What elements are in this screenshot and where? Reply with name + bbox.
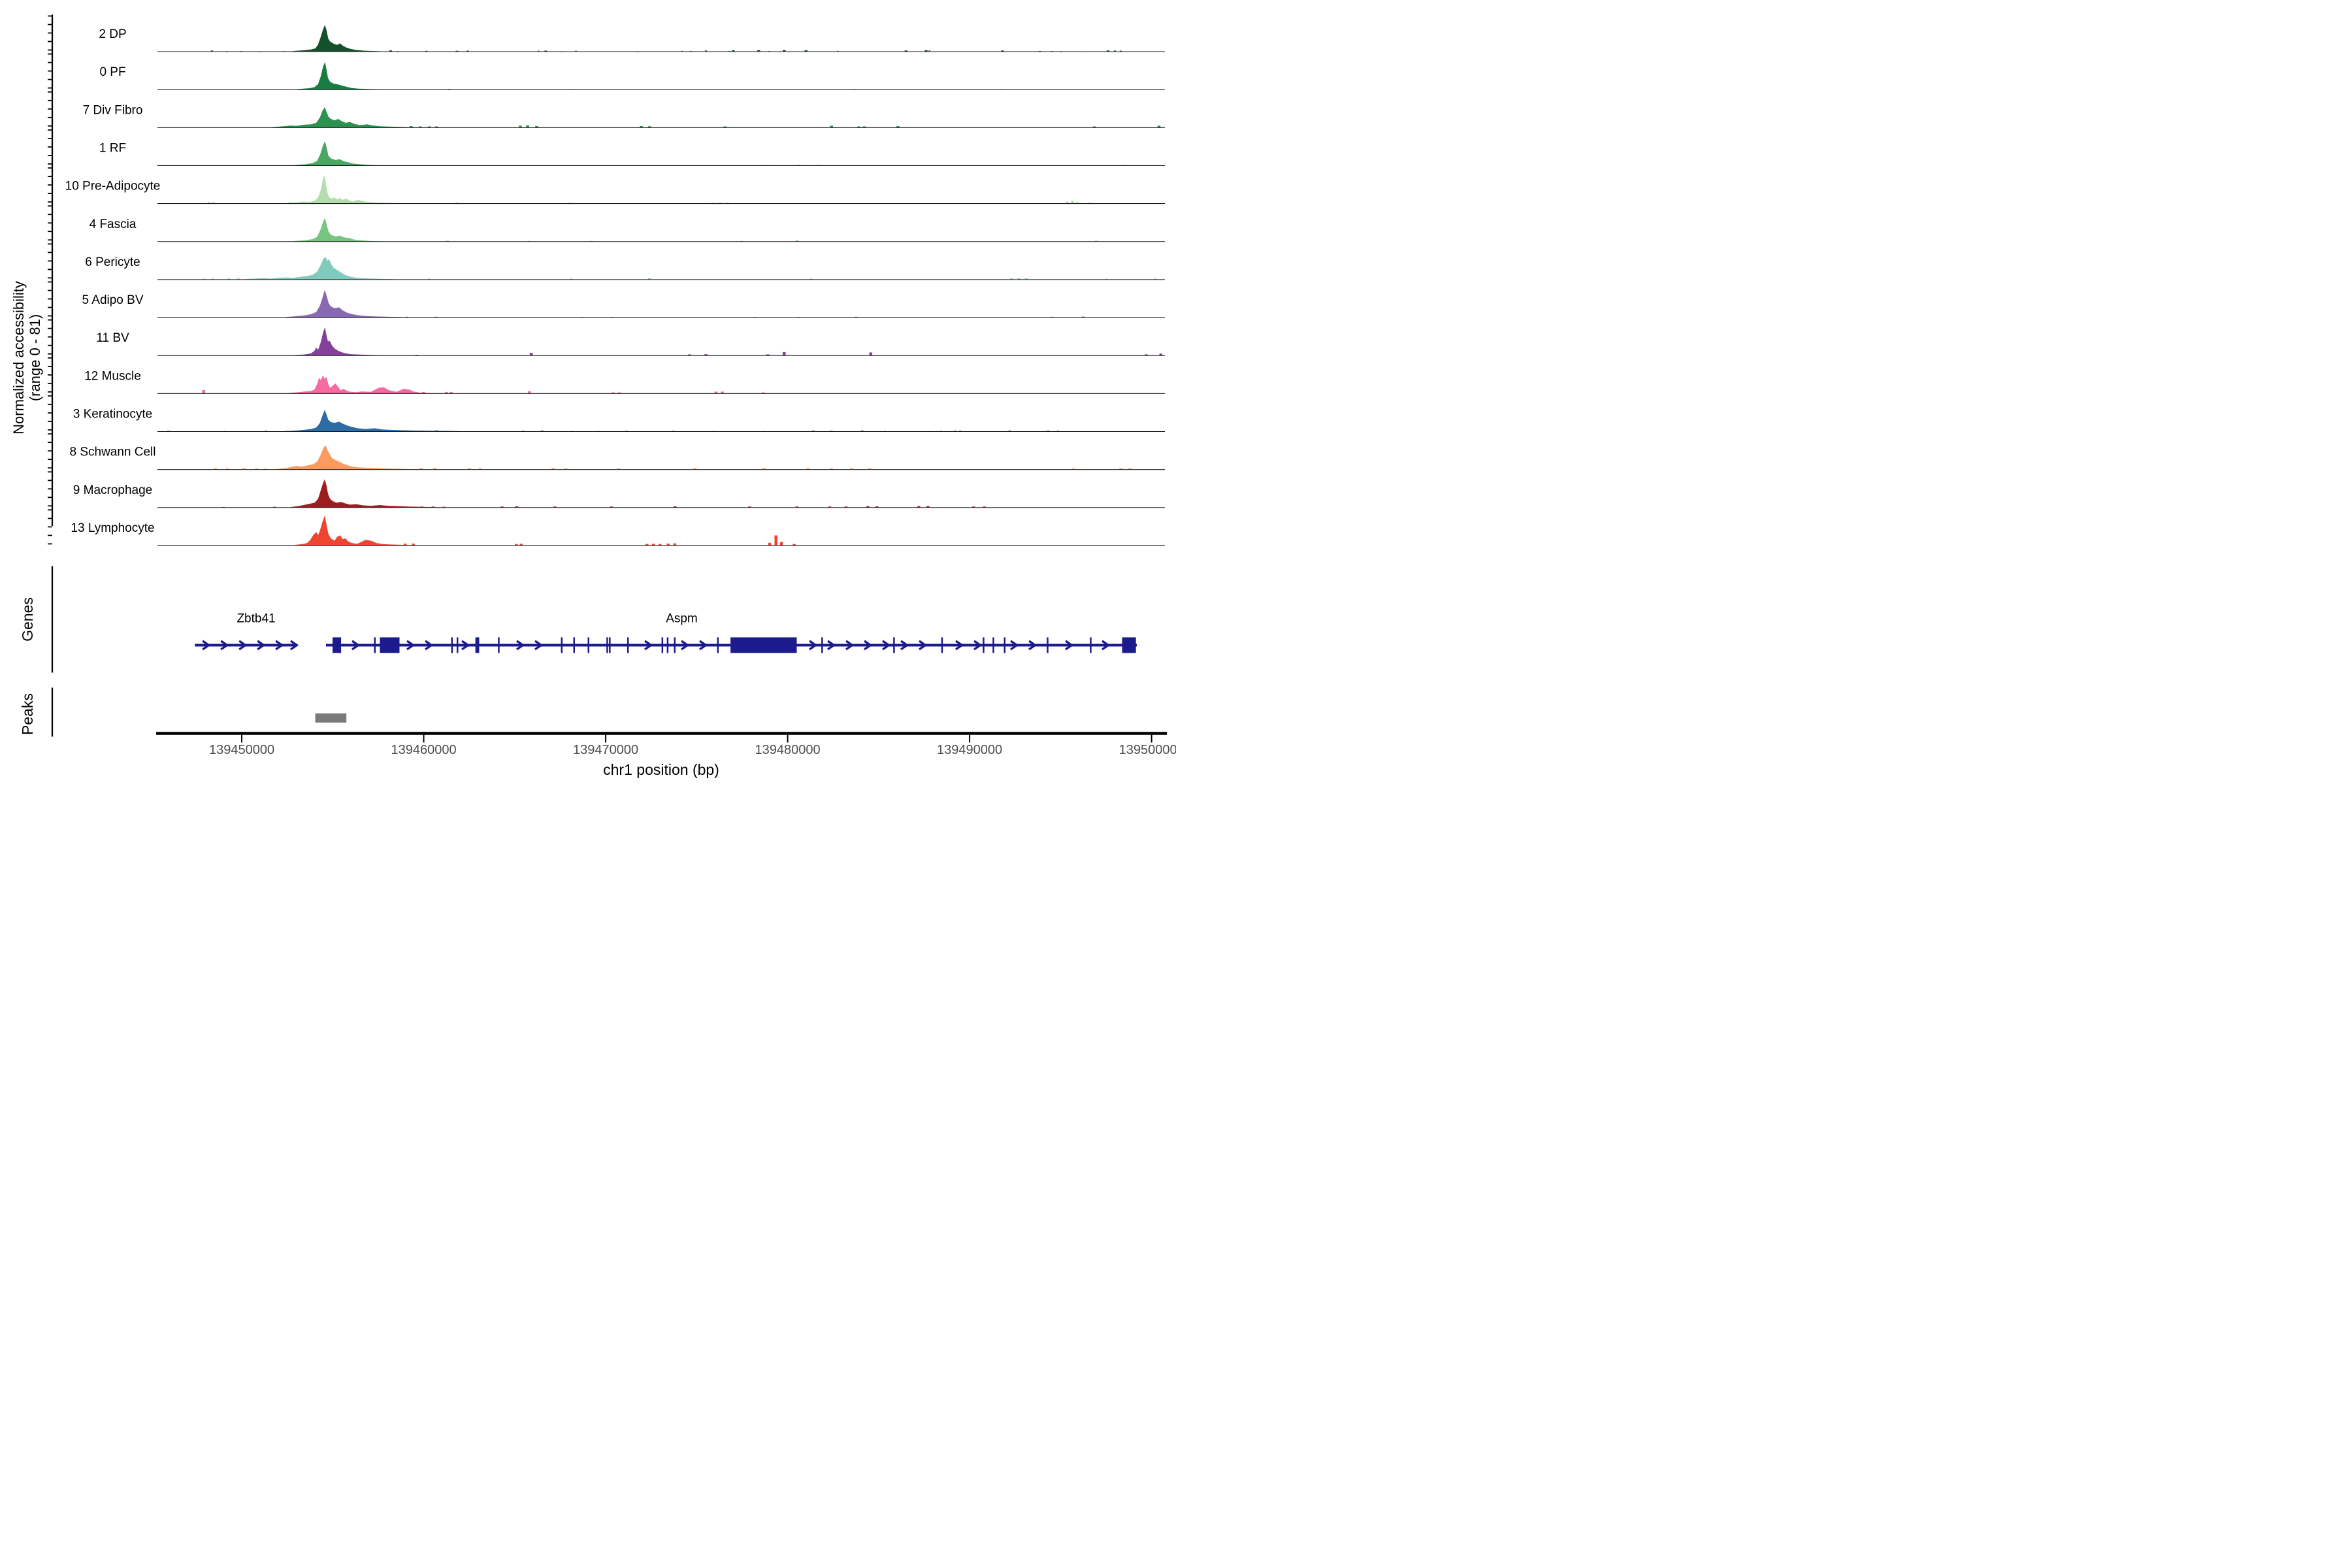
plot-canvas: 2 DP 0 PF 7 Div Fibro 1 RF 10 Pre-Adipocyte 4… [0, 0, 1176, 784]
signal-area [298, 63, 382, 90]
gene-exon [674, 638, 676, 653]
gene-exon [374, 638, 376, 653]
accessibility-track: 6 Pericyte [48, 244, 1165, 280]
gene-exon [587, 638, 589, 653]
signal-speck [774, 536, 777, 546]
gene-exon [662, 638, 664, 653]
accessibility-track: 4 Fascia [48, 206, 1165, 242]
x-axis-tick-label: 139480000 [755, 743, 821, 757]
signal-area [276, 446, 424, 470]
accessibility-track: 11 BV [48, 320, 1165, 356]
gene-exon [627, 638, 629, 653]
track-label: 12 Muscle [84, 369, 141, 383]
signal-speck [203, 390, 206, 393]
accessibility-track: 2 DP [48, 16, 1165, 52]
peak-region-bar [316, 713, 347, 723]
gene-exon [1004, 638, 1005, 653]
gene-exon [573, 638, 575, 653]
tracks-layer: 2 DP 0 PF 7 Div Fibro 1 RF 10 Pre-Adipocyte 4… [48, 16, 1165, 546]
gene-exon [1047, 638, 1049, 653]
y-axis-title-line1: Normalized accessibility [10, 281, 27, 434]
accessibility-track: 1 RF [48, 130, 1165, 166]
y-axis-title-line2: (range 0 - 81) [27, 314, 43, 401]
genome-browser-figure: 2 DP 0 PF 7 Div Fibro 1 RF 10 Pre-Adipocyte 4… [0, 0, 1176, 784]
gene-exon [983, 638, 985, 653]
peaks-section: Peaks [19, 688, 346, 737]
signal-area [272, 108, 420, 128]
gene-exon [667, 638, 669, 653]
accessibility-track: 8 Schwann Cell [48, 434, 1165, 470]
accessibility-track: 12 Muscle [48, 358, 1165, 394]
gene-exon [717, 638, 719, 653]
accessibility-track: 7 Div Fibro [48, 92, 1165, 128]
gene-exon [498, 638, 500, 653]
signal-speck [870, 352, 873, 355]
gene-exon [457, 638, 459, 653]
accessibility-track: 13 Lymphocyte [48, 510, 1165, 546]
signal-speck [530, 353, 533, 355]
x-axis: 139450000 139460000 139470000 139480000 1394… [156, 734, 1176, 779]
track-label: 5 Adipo BV [82, 293, 143, 307]
genes-section-label: Genes [19, 597, 36, 642]
genes-section: Genes Zbtb41 Aspm [19, 566, 1137, 673]
x-axis-tick-label: 139500000 [1119, 743, 1176, 757]
signal-area [287, 176, 406, 204]
gene-exon [821, 638, 823, 653]
accessibility-track: 10 Pre-Adipocyte [48, 168, 1165, 204]
accessibility-track: 0 PF [48, 54, 1165, 90]
accessibility-track: 9 Macrophage [48, 472, 1165, 508]
x-axis-tick-label: 139450000 [209, 743, 274, 757]
gene-name-label: Zbtb41 [237, 612, 275, 626]
track-label: 13 Lymphocyte [71, 521, 154, 535]
track-label: 7 Div Fibro [83, 103, 143, 117]
gene-name-label: Aspm [666, 612, 698, 626]
gene-exon [380, 638, 399, 653]
x-axis-tick-label: 139460000 [391, 743, 456, 757]
track-label: 9 Macrophage [73, 483, 152, 497]
signal-area [295, 328, 387, 356]
peaks-section-label: Peaks [19, 693, 36, 735]
accessibility-track: 3 Keratinocyte [48, 396, 1165, 432]
gene-exon [992, 638, 994, 653]
gene-exon [1122, 638, 1136, 653]
track-label: 10 Pre-Adipocyte [65, 180, 161, 193]
signal-speck [1071, 201, 1074, 203]
signal-area [295, 142, 384, 166]
track-label: 4 Fascia [90, 218, 137, 231]
signal-area [295, 218, 384, 242]
x-axis-tick-label: 139490000 [937, 743, 1002, 757]
track-label: 2 DP [99, 27, 126, 41]
gene-exon [451, 638, 453, 653]
accessibility-track: 5 Adipo BV [48, 282, 1165, 318]
gene-exon [730, 638, 796, 653]
track-label: 1 RF [99, 141, 126, 155]
track-label: 8 Schwann Cell [69, 446, 155, 459]
x-axis-tick-label: 139470000 [573, 743, 638, 757]
track-label: 0 PF [99, 65, 125, 79]
track-label: 3 Keratinocyte [73, 408, 152, 421]
signal-area [295, 516, 420, 546]
track-label: 11 BV [96, 331, 129, 345]
gene-exon [893, 638, 895, 653]
gene-exon [606, 638, 608, 653]
signal-speck [780, 542, 783, 546]
gene-model: Aspm [326, 612, 1137, 653]
gene-exon [476, 638, 480, 653]
gene-exon [609, 638, 611, 653]
signal-area [293, 25, 387, 52]
gene-model: Zbtb41 [195, 612, 297, 650]
signal-area [246, 257, 402, 280]
signal-area [289, 376, 442, 393]
gene-exon [1090, 638, 1092, 653]
x-axis-title: chr1 position (bp) [603, 761, 719, 778]
gene-exon [333, 638, 341, 653]
gene-exon [941, 638, 943, 653]
signal-area [291, 480, 446, 508]
signal-area [286, 291, 417, 318]
track-label: 6 Pericyte [85, 255, 140, 269]
signal-speck [768, 543, 772, 546]
gene-exon [561, 638, 563, 653]
signal-speck [783, 352, 786, 355]
signal-area [287, 410, 470, 432]
